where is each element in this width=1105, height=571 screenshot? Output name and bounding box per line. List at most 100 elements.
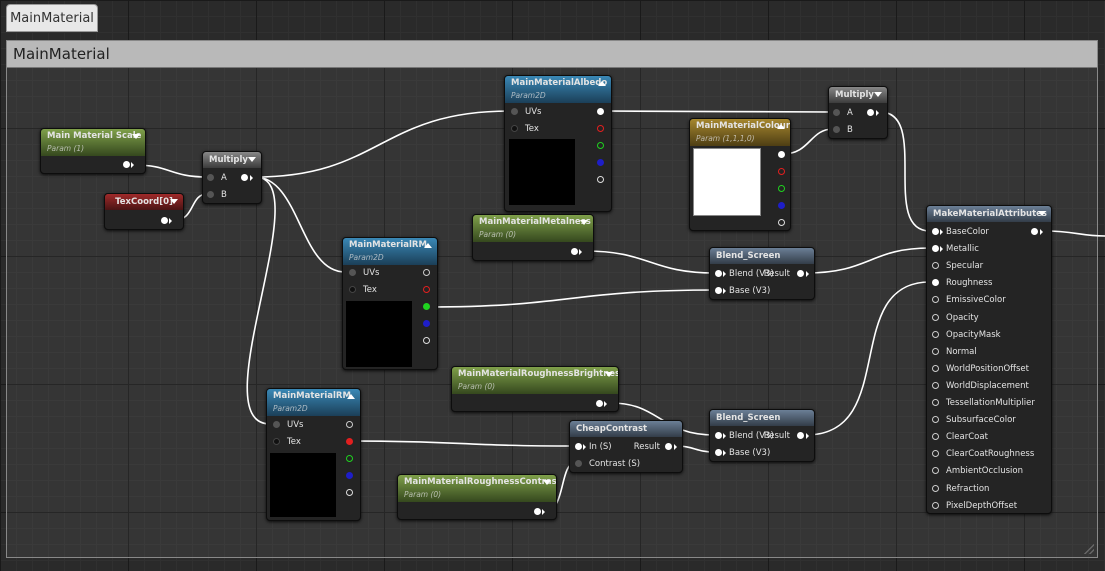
node-main-material-albedo[interactable]: MainMaterialAlbedo Param2D UVs Tex [504, 75, 612, 212]
pin-icon[interactable] [932, 228, 939, 235]
output-pin-g[interactable] [778, 182, 786, 196]
pin-icon[interactable] [596, 400, 603, 407]
pin-icon[interactable] [273, 438, 280, 445]
node-header[interactable]: MainMaterialRoughnessContrast Param (0) [398, 475, 556, 502]
pin-icon[interactable] [932, 348, 939, 355]
pin-icon[interactable] [867, 109, 874, 116]
output-pin[interactable] [159, 214, 179, 228]
node-header[interactable]: MainMaterialRM Param2D [267, 389, 360, 416]
pin-icon[interactable] [797, 432, 804, 439]
node-cheap-contrast[interactable]: CheapContrast In (S) Contrast (S) Result [569, 420, 683, 473]
pin-icon[interactable] [346, 489, 353, 496]
input-pin-in[interactable]: In (S) [575, 440, 612, 454]
pin-icon[interactable] [833, 126, 840, 133]
collapse-arrow-icon[interactable] [248, 157, 256, 162]
node-header[interactable]: MainMaterialAlbedo Param2D [505, 76, 611, 103]
input-pin-contrast[interactable]: Contrast (S) [575, 457, 640, 471]
input-pin-b[interactable]: B [833, 123, 853, 137]
input-pin-subsurfacecolor[interactable]: SubsurfaceColor [932, 413, 1016, 427]
pin-icon[interactable] [346, 472, 353, 479]
pin-icon[interactable] [597, 159, 604, 166]
input-pin-tex[interactable]: Tex [273, 435, 301, 449]
pin-icon[interactable] [932, 279, 939, 286]
node-main-material-colour[interactable]: MainMaterialColour Param (1,1,1,0) [689, 118, 791, 231]
pin-icon[interactable] [932, 365, 939, 372]
output-pin[interactable] [532, 505, 552, 519]
pin-icon[interactable] [207, 191, 214, 198]
input-pin-opacity[interactable]: Opacity [932, 311, 979, 325]
pin-icon[interactable] [932, 296, 939, 303]
pin-icon[interactable] [597, 108, 604, 115]
pin-icon[interactable] [932, 399, 939, 406]
node-main-material-rm-2[interactable]: MainMaterialRM Param2D UVs Tex [266, 388, 361, 521]
output-pin-g[interactable] [346, 452, 354, 466]
output-pin-r[interactable] [597, 122, 605, 136]
input-pin-opacitymask[interactable]: OpacityMask [932, 328, 1001, 342]
input-pin-worlddisplacement[interactable]: WorldDisplacement [932, 379, 1029, 393]
pin-icon[interactable] [349, 269, 356, 276]
node-header[interactable]: Multiply [203, 152, 261, 168]
input-pin-tex[interactable]: Tex [511, 122, 539, 136]
pin-icon[interactable] [778, 219, 785, 226]
node-multiply-1[interactable]: Multiply A B [202, 151, 262, 204]
pin-icon[interactable] [778, 151, 785, 158]
collapse-arrow-icon[interactable] [543, 480, 551, 485]
output-pin-b[interactable] [423, 317, 431, 331]
pin-icon[interactable] [534, 508, 541, 515]
output-pin-a[interactable] [423, 334, 431, 348]
output-pin-result[interactable]: Result [634, 440, 678, 454]
input-pin-pixeldepthoffset[interactable]: PixelDepthOffset [932, 499, 1017, 513]
pin-icon[interactable] [511, 125, 518, 132]
collapse-arrow-icon[interactable] [777, 124, 785, 129]
output-pin[interactable] [121, 158, 141, 172]
input-pin-uvs[interactable]: UVs [349, 266, 379, 280]
pin-icon[interactable] [511, 108, 518, 115]
collapse-arrow-icon[interactable] [605, 372, 613, 377]
input-pin-tessellationmultiplier[interactable]: TessellationMultiplier [932, 396, 1035, 410]
node-header[interactable]: Multiply [829, 87, 887, 103]
pin-icon[interactable] [423, 320, 430, 327]
pin-icon[interactable] [346, 421, 353, 428]
input-pin-emissivecolor[interactable]: EmissiveColor [932, 293, 1006, 307]
pin-icon[interactable] [932, 416, 939, 423]
input-pin-clearcoatroughness[interactable]: ClearCoatRoughness [932, 447, 1034, 461]
pin-icon[interactable] [932, 467, 939, 474]
node-make-material-attributes[interactable]: MakeMaterialAttributes BaseColor Metalli… [926, 205, 1052, 514]
output-pin-r[interactable] [346, 435, 354, 449]
output-pin[interactable] [867, 106, 883, 120]
pin-icon[interactable] [207, 174, 214, 181]
pin-icon[interactable] [932, 502, 939, 509]
pin-icon[interactable] [932, 433, 939, 440]
input-pin-uvs[interactable]: UVs [273, 418, 303, 432]
pin-icon[interactable] [715, 270, 722, 277]
pin-icon[interactable] [273, 421, 280, 428]
pin-icon[interactable] [797, 270, 804, 277]
node-main-material-scale[interactable]: Main Material Scale Param (1) [40, 128, 146, 174]
node-header[interactable]: MakeMaterialAttributes [927, 206, 1051, 222]
pin-icon[interactable] [423, 286, 430, 293]
pin-icon[interactable] [123, 161, 130, 168]
pin-icon[interactable] [932, 314, 939, 321]
pin-icon[interactable] [715, 432, 722, 439]
input-pin-specular[interactable]: Specular [932, 259, 983, 273]
output-pin-b[interactable] [346, 469, 354, 483]
input-pin-a[interactable]: A [207, 171, 227, 185]
pin-icon[interactable] [161, 217, 168, 224]
output-pin[interactable] [1031, 225, 1047, 239]
node-header[interactable]: Main Material Scale Param (1) [41, 129, 145, 156]
pin-icon[interactable] [575, 443, 582, 450]
output-pin-g[interactable] [597, 139, 605, 153]
input-pin-a[interactable]: A [833, 106, 853, 120]
output-pin-rgb[interactable] [423, 266, 431, 280]
input-pin-basecolor[interactable]: BaseColor [932, 225, 989, 239]
output-pin-rgb[interactable] [346, 418, 354, 432]
pin-icon[interactable] [665, 443, 672, 450]
node-header[interactable]: CheapContrast [570, 421, 682, 437]
pin-icon[interactable] [597, 125, 604, 132]
output-pin-a[interactable] [597, 173, 605, 187]
pin-icon[interactable] [715, 449, 722, 456]
collapse-arrow-icon[interactable] [347, 394, 355, 399]
input-pin-clearcoat[interactable]: ClearCoat [932, 430, 988, 444]
input-pin-ambientocclusion[interactable]: AmbientOcclusion [932, 464, 1023, 478]
node-header[interactable]: Blend_Screen [710, 410, 814, 426]
